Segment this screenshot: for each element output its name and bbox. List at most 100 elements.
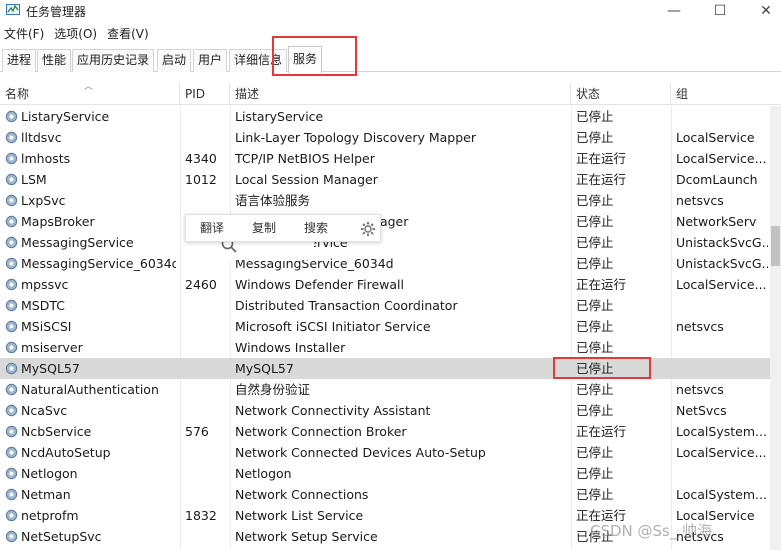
- services-list: ListaryService ListaryService 已停止 lltdsvc Li…: [0, 106, 770, 547]
- scrollbar-thumb[interactable]: [771, 226, 780, 266]
- service-group: netsvcs: [676, 382, 724, 397]
- service-status: 正在运行: [576, 424, 627, 439]
- service-status: 已停止: [576, 319, 614, 334]
- service-gear-icon: [4, 403, 19, 418]
- service-group: LocalSystem...: [676, 487, 767, 502]
- service-status: 正在运行: [576, 172, 627, 187]
- column-header-description[interactable]: 描述: [230, 83, 571, 105]
- service-gear-icon: [4, 340, 19, 355]
- service-name: MessagingService: [21, 235, 134, 250]
- service-gear-icon: [4, 424, 19, 439]
- service-gear-icon: [4, 529, 19, 544]
- table-row[interactable]: lltdsvc Link-Layer Topology Discovery Map…: [0, 127, 770, 148]
- service-group: LocalService: [676, 130, 755, 145]
- service-group: netsvcs: [676, 319, 724, 334]
- menu-options[interactable]: 选项(O): [50, 24, 103, 44]
- service-gear-icon: [4, 445, 19, 460]
- table-row[interactable]: MySQL57 MySQL57 已停止: [0, 358, 770, 379]
- table-row[interactable]: MapsBrokerDownloaded Maps Manager已停止Netw…: [0, 211, 770, 232]
- column-header: 名称 PID 描述 状态 组: [0, 83, 781, 105]
- service-status: 已停止: [576, 193, 614, 208]
- tab-users[interactable]: 用户: [193, 49, 228, 72]
- service-status: 已停止: [576, 214, 614, 229]
- menu-view[interactable]: 查看(V): [103, 24, 155, 44]
- tab-startup[interactable]: 启动: [157, 49, 192, 72]
- service-description: 语言体验服务: [235, 193, 311, 208]
- table-row[interactable]: NcdAutoSetup Network Connected Devices Au…: [0, 442, 770, 463]
- service-status: 已停止: [576, 235, 614, 250]
- gear-icon[interactable]: [360, 221, 376, 237]
- service-description: TCP/IP NetBIOS Helper: [235, 151, 375, 166]
- service-name: Netlogon: [21, 466, 78, 481]
- tab-performance[interactable]: 性能: [37, 49, 72, 72]
- table-row[interactable]: msiserver Windows Installer 已停止: [0, 337, 770, 358]
- service-gear-icon: [4, 130, 19, 145]
- table-row[interactable]: LSM 1012 Local Session Manager 正在运行 DcomLaun…: [0, 169, 770, 190]
- table-row[interactable]: mpssvc 2460 Windows Defender Firewall 正在运行 L…: [0, 274, 770, 295]
- table-row[interactable]: MessagingService_6034d MessagingService_6…: [0, 253, 770, 274]
- service-status: 正在运行: [576, 277, 627, 292]
- maximize-button[interactable]: ☐: [697, 0, 743, 22]
- service-description: Network Connectivity Assistant: [235, 403, 431, 418]
- column-header-name[interactable]: 名称: [0, 83, 180, 105]
- service-pid: 2460: [185, 277, 217, 292]
- service-group: UnistackSvcG...: [676, 256, 768, 271]
- service-description: Network List Service: [235, 508, 364, 523]
- service-gear-icon: [4, 487, 19, 502]
- table-row[interactable]: LxpSvc 语言体验服务 已停止 netsvcs: [0, 190, 770, 211]
- service-pid: [185, 379, 230, 400]
- tab-app-history[interactable]: 应用历史记录: [72, 49, 155, 72]
- service-status: 已停止: [576, 445, 614, 460]
- service-group: DcomLaunch: [676, 172, 758, 187]
- service-status: 已停止: [576, 130, 614, 145]
- service-gear-icon: [4, 382, 19, 397]
- service-name: MessagingService_6034d: [21, 256, 176, 271]
- service-name: Netman: [21, 487, 71, 502]
- table-row[interactable]: MSiSCSI Microsoft iSCSI Initiator Service…: [0, 316, 770, 337]
- service-description: Microsoft iSCSI Initiator Service: [235, 319, 431, 334]
- search-button[interactable]: 搜索: [290, 214, 342, 242]
- service-name: MSDTC: [21, 298, 65, 313]
- service-gear-icon: [4, 193, 19, 208]
- title-bar: 任务管理器 — ☐ ✕: [0, 0, 781, 22]
- service-gear-icon: [4, 256, 19, 271]
- service-pid: [185, 127, 230, 148]
- table-row[interactable]: MessagingServiceMessagingService已停止Unist…: [0, 232, 770, 253]
- service-group: NetworkServ: [676, 214, 757, 229]
- service-pid: [185, 358, 230, 379]
- translate-button[interactable]: 翻译: [186, 214, 238, 242]
- close-button[interactable]: ✕: [743, 0, 781, 22]
- minimize-button[interactable]: —: [651, 0, 697, 22]
- service-name: LSM: [21, 172, 47, 187]
- table-row[interactable]: NaturalAuthentication 自然身份验证 已停止 netsvcs: [0, 379, 770, 400]
- service-pid: [185, 337, 230, 358]
- service-status: 已停止: [576, 466, 614, 481]
- table-row[interactable]: lmhosts 4340 TCP/IP NetBIOS Helper 正在运行 Loca…: [0, 148, 770, 169]
- service-name: NetSetupSvc: [21, 529, 102, 544]
- service-description: Network Connections: [235, 487, 369, 502]
- service-pid: [185, 316, 230, 337]
- menu-bar: 文件(F) 选项(O) 查看(V): [0, 24, 155, 44]
- service-name: LxpSvc: [21, 193, 66, 208]
- table-row[interactable]: Netlogon Netlogon 已停止: [0, 463, 770, 484]
- column-header-pid[interactable]: PID: [180, 83, 230, 105]
- copy-button[interactable]: 复制: [238, 214, 290, 242]
- column-header-group[interactable]: 组: [671, 83, 770, 105]
- table-row[interactable]: ListaryService ListaryService 已停止: [0, 106, 770, 127]
- service-gear-icon: [4, 298, 19, 313]
- status-highlight-box: [553, 357, 651, 379]
- table-row[interactable]: NcaSvc Network Connectivity Assistant 已停止 N…: [0, 400, 770, 421]
- service-name: MapsBroker: [21, 214, 95, 229]
- column-header-status[interactable]: 状态: [571, 83, 671, 105]
- service-pid: 4340: [185, 151, 217, 166]
- tab-processes[interactable]: 进程: [2, 49, 37, 72]
- service-description: Distributed Transaction Coordinator: [235, 298, 458, 313]
- menu-file[interactable]: 文件(F): [0, 24, 50, 44]
- table-row[interactable]: Netman Network Connections 已停止 LocalSystem.…: [0, 484, 770, 505]
- service-gear-icon: [4, 466, 19, 481]
- table-row[interactable]: MSDTC Distributed Transaction Coordinator…: [0, 295, 770, 316]
- service-name: NcdAutoSetup: [21, 445, 111, 460]
- service-group: LocalService...: [676, 151, 767, 166]
- table-row[interactable]: NcbService 576 Network Connection Broker 正在…: [0, 421, 770, 442]
- vertical-scrollbar[interactable]: [770, 106, 781, 550]
